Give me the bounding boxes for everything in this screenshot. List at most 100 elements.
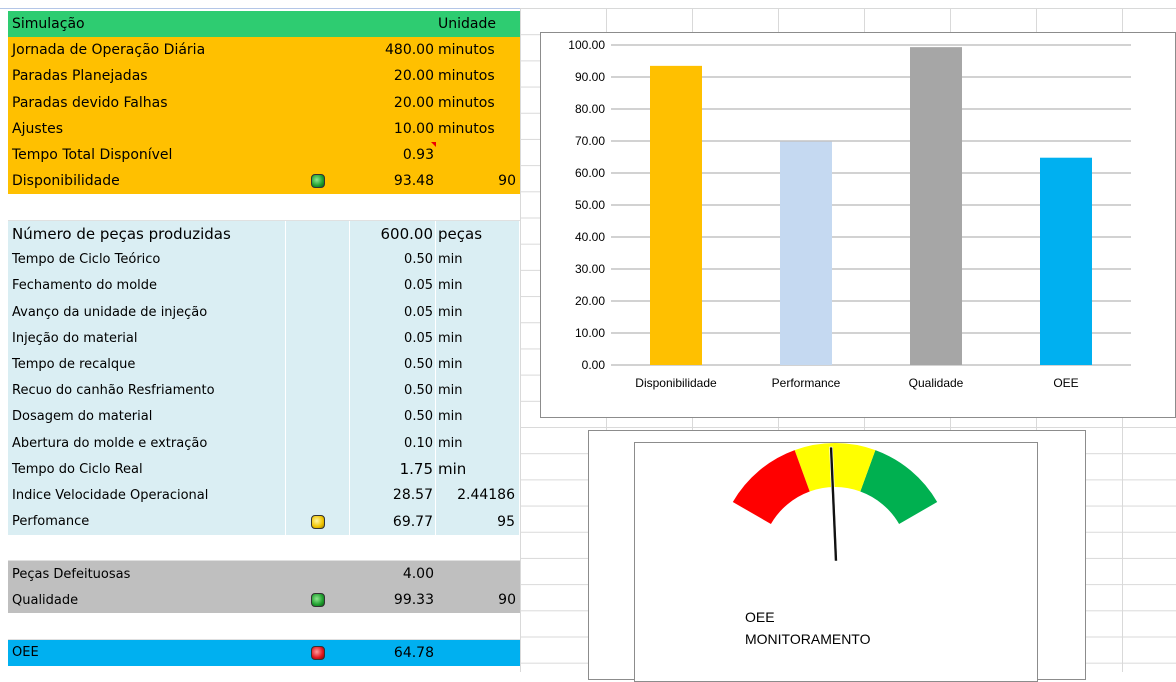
header-simulacao[interactable]: Simulação xyxy=(8,11,286,37)
row-value[interactable]: 28.57 xyxy=(350,482,436,509)
light-cell[interactable] xyxy=(286,63,350,89)
light-cell[interactable] xyxy=(286,246,350,273)
light-cell[interactable] xyxy=(286,403,350,430)
row-label[interactable]: Disponibilidade xyxy=(8,168,286,194)
table-row[interactable]: Tempo Total Disponível 0.93 xyxy=(8,141,520,169)
row-label[interactable]: Indice Velocidade Operacional xyxy=(8,482,286,509)
row-value[interactable]: 0.50 xyxy=(350,246,436,273)
row-target[interactable]: 95 xyxy=(436,508,520,535)
row-value[interactable]: 20.00 xyxy=(350,90,436,116)
empty-row[interactable] xyxy=(8,534,520,561)
row-label[interactable]: Número de peças produzidas xyxy=(8,220,286,247)
row-label[interactable]: Fechamento do molde xyxy=(8,272,286,300)
light-cell[interactable] xyxy=(286,142,350,168)
row-value[interactable]: 0.05 xyxy=(350,299,436,326)
light-cell[interactable] xyxy=(286,220,350,247)
comment-indicator-icon[interactable] xyxy=(431,141,436,148)
light-cell[interactable] xyxy=(286,90,350,116)
row-value[interactable]: 0.50 xyxy=(350,377,436,404)
table-row-performance[interactable]: Perfomance 69.77 95 xyxy=(8,508,520,535)
light-cell[interactable] xyxy=(286,37,350,63)
row-label[interactable]: Tempo de recalque xyxy=(8,351,286,378)
header-unidade[interactable]: Unidade xyxy=(436,11,520,37)
table-row-disponibilidade[interactable]: Disponibilidade 93.48 90 xyxy=(8,168,520,195)
row-target[interactable]: 2.44186 xyxy=(436,482,520,509)
light-cell[interactable] xyxy=(286,640,350,666)
table-row[interactable]: Número de peças produzidas 600.00 peças xyxy=(8,220,520,247)
table-row-qualidade[interactable]: Qualidade 99.33 90 xyxy=(8,587,520,614)
row-unit[interactable]: min xyxy=(436,430,520,457)
row-label[interactable]: Avanço da unidade de injeção xyxy=(8,299,286,326)
light-cell[interactable] xyxy=(286,587,350,613)
table-header-row[interactable]: Simulação Unidade xyxy=(8,11,520,38)
row-value[interactable]: 1.75 xyxy=(350,456,436,483)
light-cell[interactable] xyxy=(286,325,350,352)
light-cell[interactable] xyxy=(286,482,350,509)
row-label[interactable]: Dosagem do material xyxy=(8,403,286,430)
row-unit[interactable]: min xyxy=(436,325,520,352)
table-row[interactable]: Ajustes 10.00 minutos xyxy=(8,115,520,142)
row-value[interactable]: 99.33 xyxy=(350,587,436,613)
empty-row[interactable] xyxy=(8,613,520,640)
row-value[interactable]: 64.78 xyxy=(350,640,436,666)
oee-bar-chart[interactable]: 0.00 10.00 20.00 30.00 40.00 50.00 60.00 70.00 8… xyxy=(540,32,1176,418)
light-cell[interactable] xyxy=(286,456,350,483)
row-value[interactable]: 4.00 xyxy=(350,561,436,587)
row-unit[interactable] xyxy=(436,640,520,666)
table-row[interactable]: Paradas Planejadas 20.00 minutos xyxy=(8,63,520,90)
row-unit[interactable]: min xyxy=(436,299,520,326)
row-value[interactable]: 600.00 xyxy=(350,220,436,247)
table-row[interactable]: Peças Defeituosas 4.00 xyxy=(8,560,520,588)
row-unit[interactable]: min xyxy=(436,456,520,483)
row-label[interactable]: Paradas devido Falhas xyxy=(8,90,286,116)
row-unit[interactable]: min xyxy=(436,246,520,273)
light-cell[interactable] xyxy=(286,561,350,587)
row-label[interactable]: Recuo do canhão Resfriamento xyxy=(8,377,286,404)
row-unit[interactable]: min xyxy=(436,272,520,300)
row-target[interactable]: 90 xyxy=(436,168,520,194)
table-row[interactable]: Dosagem do material 0.50 min xyxy=(8,403,520,430)
row-value[interactable]: 480.00 xyxy=(350,37,436,63)
row-unit[interactable]: min xyxy=(436,403,520,430)
row-value[interactable]: 0.50 xyxy=(350,351,436,378)
table-row[interactable]: Tempo de recalque 0.50 min xyxy=(8,351,520,378)
light-cell[interactable] xyxy=(286,351,350,378)
header-empty-cell[interactable] xyxy=(286,11,350,37)
table-row[interactable]: Indice Velocidade Operacional 28.57 2.44… xyxy=(8,482,520,509)
row-unit[interactable]: minutos xyxy=(436,116,520,142)
light-cell[interactable] xyxy=(286,272,350,300)
row-value[interactable]: 0.05 xyxy=(350,325,436,352)
row-value[interactable]: 0.50 xyxy=(350,403,436,430)
table-row[interactable]: Avanço da unidade de injeção 0.05 min xyxy=(8,299,520,326)
table-row-oee[interactable]: OEE 64.78 xyxy=(8,639,520,666)
row-value[interactable]: 0.10 xyxy=(350,430,436,457)
light-cell[interactable] xyxy=(286,299,350,326)
row-value[interactable]: 93.48 xyxy=(350,168,436,194)
row-label[interactable]: Tempo do Ciclo Real xyxy=(8,456,286,483)
row-target[interactable]: 90 xyxy=(436,587,520,613)
light-cell[interactable] xyxy=(286,377,350,404)
row-label[interactable]: Tempo de Ciclo Teórico xyxy=(8,246,286,273)
row-label[interactable]: Paradas Planejadas xyxy=(8,63,286,89)
row-label[interactable]: Injeção do material xyxy=(8,325,286,352)
table-row[interactable]: Recuo do canhão Resfriamento 0.50 min xyxy=(8,377,520,404)
row-value[interactable]: 0.93 xyxy=(350,141,436,168)
gauge-panel[interactable]: OEE MONITORAMENTO xyxy=(634,442,1038,682)
row-label[interactable]: OEE xyxy=(8,640,286,666)
table-row[interactable]: Injeção do material 0.05 min xyxy=(8,325,520,352)
row-unit[interactable] xyxy=(436,561,520,587)
row-label[interactable]: Abertura do molde e extração xyxy=(8,430,286,457)
row-value[interactable]: 0.05 xyxy=(350,272,436,300)
light-cell[interactable] xyxy=(286,430,350,457)
table-row[interactable]: Fechamento do molde 0.05 min xyxy=(8,272,520,300)
row-unit[interactable]: minutos xyxy=(436,37,520,63)
row-unit[interactable]: min xyxy=(436,377,520,404)
table-row[interactable]: Tempo do Ciclo Real 1.75 min xyxy=(8,456,520,483)
row-unit[interactable] xyxy=(436,142,520,168)
light-cell[interactable] xyxy=(286,508,350,535)
row-value[interactable]: 69.77 xyxy=(350,508,436,535)
row-unit[interactable]: peças xyxy=(436,220,520,247)
row-unit[interactable]: min xyxy=(436,351,520,378)
light-cell[interactable] xyxy=(286,168,350,194)
row-label[interactable]: Ajustes xyxy=(8,116,286,142)
